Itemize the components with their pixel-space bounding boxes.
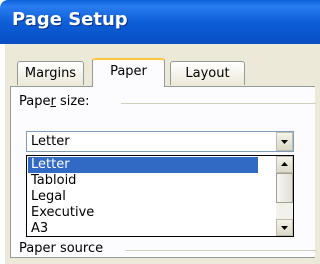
list-item[interactable]: Executive <box>28 205 258 221</box>
chevron-down-icon <box>281 226 288 230</box>
paper-size-combobox[interactable]: Letter <box>26 131 294 152</box>
list-item[interactable]: Tabloid <box>28 173 258 189</box>
tab-layout-label: Layout <box>185 66 230 81</box>
paper-size-dropdown-list[interactable]: Letter Tabloid Legal Executive A3 <box>26 155 294 237</box>
list-item[interactable]: Letter <box>28 157 258 173</box>
scroll-up-button[interactable] <box>276 156 293 173</box>
vertical-scrollbar[interactable] <box>276 156 293 236</box>
paper-size-label-post: size: <box>55 94 90 109</box>
scroll-thumb[interactable] <box>276 173 293 203</box>
combobox-dropdown-button[interactable] <box>276 132 293 151</box>
title-bar[interactable]: Page Setup <box>0 0 320 44</box>
paper-source-label: Paper source <box>19 241 104 256</box>
list-item[interactable]: Legal <box>28 189 258 205</box>
paper-size-selected-value: Letter <box>31 134 70 149</box>
paper-source-group-line <box>125 250 316 251</box>
window-title: Page Setup <box>12 9 128 30</box>
paper-size-label: Paper size: <box>19 94 90 109</box>
paper-size-label-pre: Pape <box>19 94 51 109</box>
tab-margins-label: Margins <box>24 66 77 81</box>
paper-size-group-line <box>121 103 316 104</box>
scroll-down-button[interactable] <box>276 219 293 236</box>
tab-layout[interactable]: Layout <box>170 61 245 85</box>
chevron-down-icon <box>281 140 288 144</box>
tab-paper-label: Paper <box>110 64 147 79</box>
tab-paper[interactable]: Paper <box>92 58 165 87</box>
chevron-up-icon <box>281 162 288 166</box>
list-item[interactable]: A3 <box>28 221 258 236</box>
tab-margins[interactable]: Margins <box>17 61 84 85</box>
